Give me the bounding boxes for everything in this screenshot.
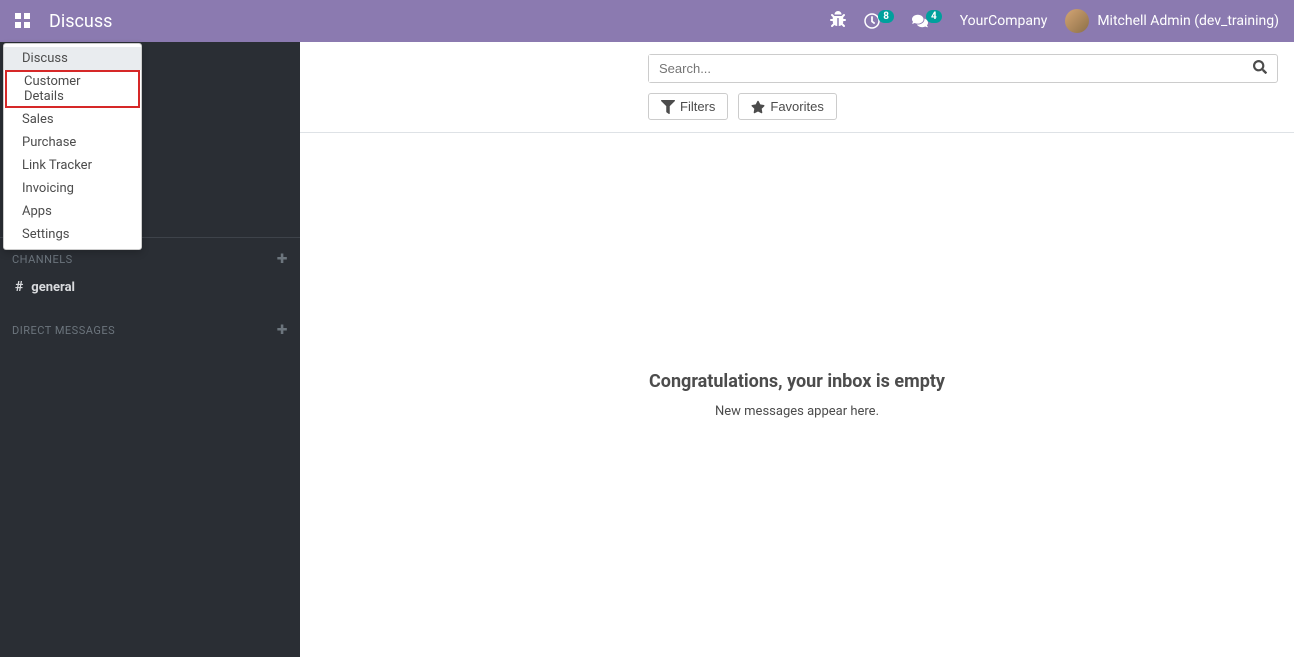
dropdown-item-apps[interactable]: Apps <box>4 200 141 223</box>
add-dm-icon[interactable]: ✚ <box>277 323 288 338</box>
search-wrapper <box>648 54 1278 83</box>
app-header: Discuss 8 4 YourCompany Mitchell Admin (… <box>0 0 1294 42</box>
header-left: Discuss <box>15 11 112 32</box>
dropdown-item-invoicing[interactable]: Invoicing <box>4 177 141 200</box>
messages-indicator[interactable]: 4 <box>912 13 942 29</box>
user-menu[interactable]: Mitchell Admin (dev_training) <box>1065 9 1279 33</box>
dm-header: DIRECT MESSAGES ✚ <box>0 317 300 344</box>
filters-label: Filters <box>680 99 715 114</box>
filters-button[interactable]: Filters <box>648 93 728 120</box>
search-input[interactable] <box>649 55 1243 82</box>
activity-badge: 8 <box>878 10 894 23</box>
dropdown-item-purchase[interactable]: Purchase <box>4 131 141 154</box>
add-channel-icon[interactable]: ✚ <box>277 252 288 267</box>
favorites-label: Favorites <box>770 99 823 114</box>
apps-dropdown-menu: DiscussCustomer DetailsSalesPurchaseLink… <box>3 43 142 250</box>
user-name: Mitchell Admin (dev_training) <box>1097 13 1279 29</box>
content-body: Congratulations, your inbox is empty New… <box>300 133 1294 657</box>
avatar <box>1065 9 1089 33</box>
search-row <box>316 54 1278 83</box>
main-content: Filters Favorites Congratulations, your … <box>300 42 1294 657</box>
body: CHANNELS ✚ # general DIRECT MESSAGES ✚ <box>0 42 1294 657</box>
dropdown-item-discuss[interactable]: Discuss <box>4 47 141 70</box>
app-title[interactable]: Discuss <box>49 11 112 32</box>
activity-indicator[interactable]: 8 <box>864 13 894 29</box>
header-right: 8 4 YourCompany Mitchell Admin (dev_trai… <box>830 9 1279 33</box>
favorites-button[interactable]: Favorites <box>738 93 836 120</box>
toolbar: Filters Favorites <box>300 42 1294 133</box>
dropdown-item-link-tracker[interactable]: Link Tracker <box>4 154 141 177</box>
star-icon <box>751 100 765 114</box>
empty-title: Congratulations, your inbox is empty <box>649 371 945 392</box>
channels-label: CHANNELS <box>12 253 73 266</box>
sidebar-dm-section: DIRECT MESSAGES ✚ <box>0 309 300 352</box>
company-name[interactable]: YourCompany <box>960 13 1048 29</box>
dm-label: DIRECT MESSAGES <box>12 324 115 337</box>
channel-name: general <box>31 280 75 295</box>
dropdown-item-customer-details[interactable]: Customer Details <box>5 70 140 108</box>
apps-icon[interactable] <box>15 13 31 29</box>
dropdown-item-settings[interactable]: Settings <box>4 223 141 246</box>
filter-row: Filters Favorites <box>648 93 1278 120</box>
debug-icon[interactable] <box>830 11 846 31</box>
search-icon[interactable] <box>1243 56 1277 82</box>
channel-general[interactable]: # general <box>0 273 300 301</box>
channels-header: CHANNELS ✚ <box>0 246 300 273</box>
filter-icon <box>661 100 675 114</box>
empty-subtitle: New messages appear here. <box>715 404 879 419</box>
hash-icon: # <box>15 279 23 295</box>
messages-badge: 4 <box>926 10 942 23</box>
dropdown-item-sales[interactable]: Sales <box>4 108 141 131</box>
